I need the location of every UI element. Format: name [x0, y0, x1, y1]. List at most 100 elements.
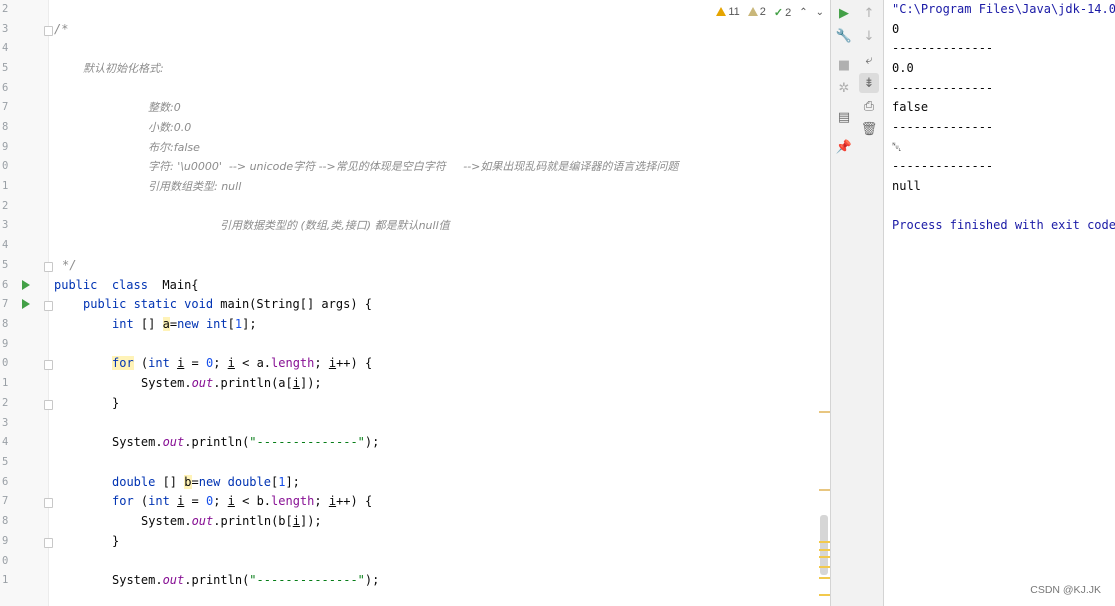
code-line: 4 — [0, 236, 830, 256]
code-line: 2 — [0, 0, 830, 20]
line-number: 1 — [2, 377, 9, 389]
watermark: CSDN @KJ.JK — [1030, 584, 1101, 596]
console-line: null — [892, 179, 921, 193]
line-number: 3 — [2, 23, 9, 35]
code-line: 8 System.out.println(b[i]); — [0, 512, 830, 532]
code-line: 8 小数:0.0 — [0, 118, 830, 138]
fold-icon[interactable] — [44, 400, 53, 410]
code-editor[interactable]: 11 2 ✓ 2 ⌃ ⌄ 2 3/* 4 5 默认初始化格式: 6 7 整数:0 8小… — [0, 0, 830, 606]
console-line: -------------- — [892, 81, 994, 95]
code-line: 1 引用数组类型: null — [0, 177, 830, 197]
wrench-icon[interactable]: 🔧 — [834, 26, 854, 46]
code-line: 9} — [0, 532, 830, 552]
fold-icon[interactable] — [44, 26, 53, 36]
line-number: 9 — [2, 535, 9, 547]
run-toolbar: ▶ ↑ 🔧 ↓ ■ ⤶ ✲ ⇟ ▤ ⎙ 🗑 📌 — [830, 0, 884, 606]
error-stripe-mark[interactable] — [819, 549, 830, 551]
error-stripe-mark[interactable] — [819, 541, 830, 543]
soft-wrap-icon[interactable]: ⤶ — [859, 50, 879, 70]
error-stripe-mark[interactable] — [819, 577, 830, 579]
arrow-down-icon[interactable]: ↓ — [859, 26, 879, 46]
console-line: -------------- — [892, 159, 994, 173]
code-line: 6 public class Main{ — [0, 276, 830, 296]
line-number: 9 — [2, 338, 9, 350]
error-stripe-mark[interactable] — [819, 411, 830, 413]
line-number: 3 — [2, 417, 9, 429]
run-gutter-icon[interactable] — [22, 299, 30, 309]
console-line: -------------- — [892, 120, 994, 134]
line-number: 6 — [2, 476, 9, 488]
line-number: 0 — [2, 555, 9, 567]
line-number: 7 — [2, 298, 9, 310]
line-number: 0 — [2, 160, 9, 172]
code-line: 9 布尔:false — [0, 138, 830, 158]
code-line: 2 — [0, 197, 830, 217]
line-number: 9 — [2, 141, 9, 153]
line-number: 4 — [2, 239, 9, 251]
code-line: 2} — [0, 394, 830, 414]
code-line: 7 public static void main(String[] args) … — [0, 295, 830, 315]
code-line: 7 for (int i = 0; i < b.length; i++) { — [0, 492, 830, 512]
scroll-to-end-icon[interactable]: ⇟ — [859, 73, 879, 93]
line-number: 8 — [2, 318, 9, 330]
debug-icon[interactable]: ✲ — [834, 78, 854, 98]
run-console[interactable]: "C:\Program Files\Java\jdk-14.0 0 ------… — [884, 0, 1115, 606]
line-number: 0 — [2, 357, 9, 369]
fold-icon[interactable] — [44, 262, 53, 272]
line-number: 3 — [2, 219, 9, 231]
code-line: 3 引用数据类型的 (数组,类,接口) 都是默认null值 — [0, 216, 830, 236]
line-number: 4 — [2, 42, 9, 54]
console-line: ␀ — [892, 140, 902, 154]
error-stripe-mark[interactable] — [819, 556, 830, 558]
code-line: 5 */ — [0, 256, 830, 276]
line-number: 1 — [2, 574, 9, 586]
error-stripe-mark[interactable] — [819, 566, 830, 568]
code-line: 4 System.out.println("--------------"); — [0, 433, 830, 453]
line-number: 8 — [2, 121, 9, 133]
layout-icon[interactable]: ▤ — [834, 107, 854, 127]
error-stripe-mark[interactable] — [819, 594, 830, 596]
code-line: 0 for (int i = 0; i < a.length; i++) { — [0, 354, 830, 374]
code-line: 6 — [0, 79, 830, 99]
code-line: 1 System.out.println("--------------"); — [0, 571, 830, 591]
fold-icon[interactable] — [44, 498, 53, 508]
code-line: 3/* — [0, 20, 830, 40]
run-gutter-icon[interactable] — [22, 280, 30, 290]
line-number: 6 — [2, 279, 9, 291]
line-number: 4 — [2, 436, 9, 448]
trash-icon[interactable]: 🗑 — [859, 119, 879, 139]
editor-scrollbar[interactable] — [817, 0, 830, 606]
line-number: 2 — [2, 397, 9, 409]
pin-icon[interactable]: 📌 — [834, 137, 854, 157]
console-line: Process finished with exit code — [892, 218, 1115, 232]
line-number: 2 — [2, 200, 9, 212]
line-number: 5 — [2, 62, 9, 74]
code-line: 5 默认初始化格式: — [0, 59, 830, 79]
console-line: -------------- — [892, 41, 994, 55]
arrow-up-icon[interactable]: ↑ — [859, 3, 879, 23]
code-line: 7 整数:0 — [0, 98, 830, 118]
console-line: "C:\Program Files\Java\jdk-14.0 — [892, 2, 1115, 16]
fold-icon[interactable] — [44, 301, 53, 311]
line-number: 2 — [2, 3, 9, 15]
line-number: 1 — [2, 180, 9, 192]
line-number: 7 — [2, 101, 9, 113]
fold-icon[interactable] — [44, 360, 53, 370]
error-stripe-mark[interactable] — [819, 489, 830, 491]
code-line: 9 — [0, 335, 830, 355]
line-number: 5 — [2, 259, 9, 271]
code-line: 6 double [] b=new double[1]; — [0, 473, 830, 493]
console-line: 0 — [892, 22, 900, 36]
line-number: 6 — [2, 82, 9, 94]
run-icon[interactable]: ▶ — [834, 3, 854, 23]
stop-icon[interactable]: ■ — [834, 55, 854, 75]
fold-icon[interactable] — [44, 538, 53, 548]
code-line: 8 int [] a=new int[1]; — [0, 315, 830, 335]
line-number: 7 — [2, 495, 9, 507]
line-number: 5 — [2, 456, 9, 468]
console-line: false — [892, 100, 929, 114]
print-icon[interactable]: ⎙ — [859, 96, 879, 116]
code-line: 0 字符: '\u0000' --> unicode字符 -->常见的体现是空白字… — [0, 157, 830, 177]
code-line: 3 — [0, 414, 830, 434]
line-number: 8 — [2, 515, 9, 527]
